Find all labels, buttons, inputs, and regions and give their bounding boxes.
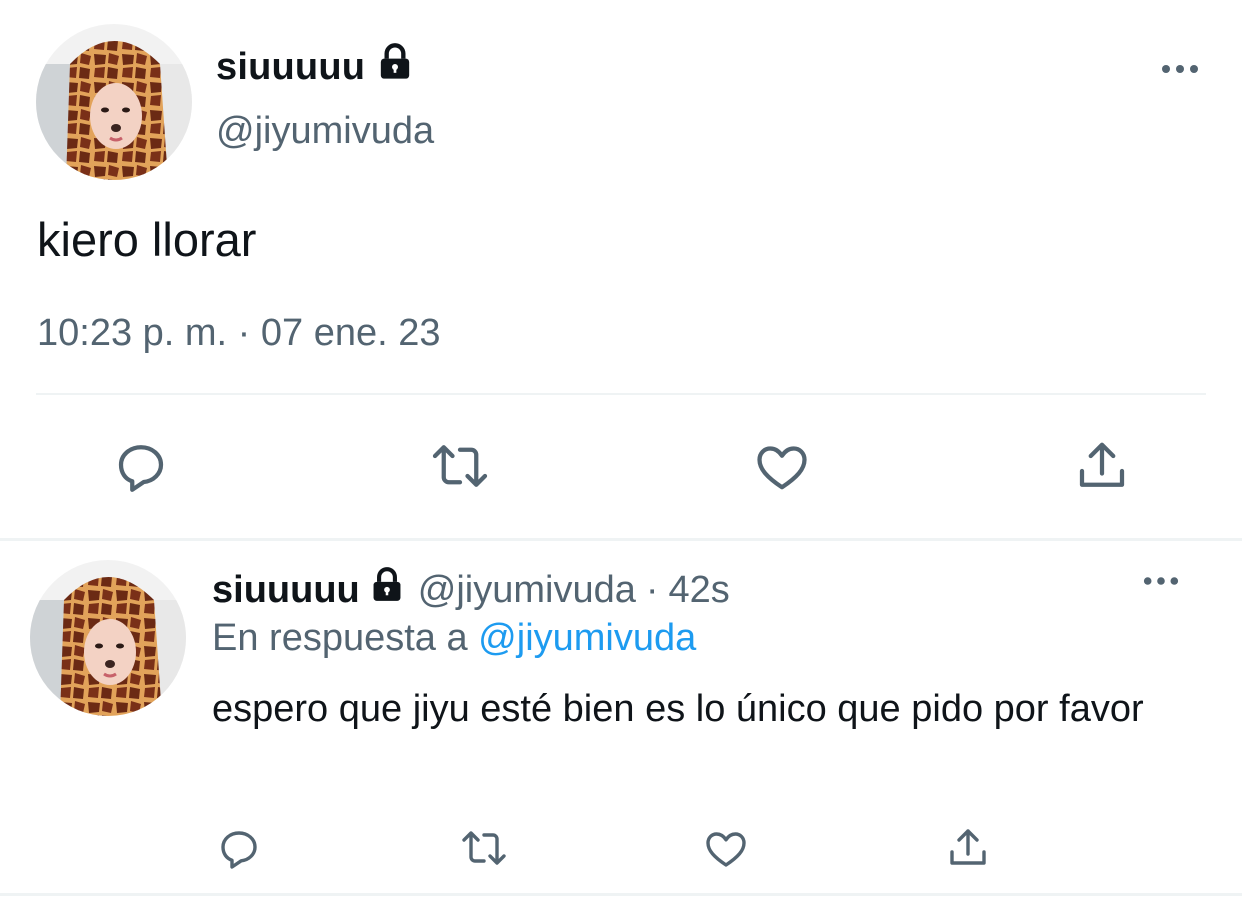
display-name[interactable]: siuuuuu	[212, 569, 360, 612]
reply-context-prefix: En respuesta a	[212, 617, 468, 659]
like-icon[interactable]	[702, 824, 750, 872]
avatar-image	[30, 560, 186, 716]
like-icon[interactable]	[752, 436, 812, 496]
separator: ·	[645, 568, 659, 611]
reply-context-link[interactable]: @jiyumivuda	[478, 617, 696, 659]
avatar[interactable]	[36, 24, 192, 180]
tweet-text: espero que jiyu esté bien es lo único qu…	[212, 688, 1144, 730]
section-divider	[0, 538, 1242, 541]
divider	[36, 393, 1206, 395]
more-horizontal-icon[interactable]	[1160, 62, 1200, 80]
display-name[interactable]: siuuuuu	[216, 42, 415, 92]
display-name-text: siuuuuu	[216, 45, 366, 88]
tweet-time[interactable]: 42s	[669, 569, 730, 612]
divider	[0, 893, 1242, 896]
avatar[interactable]	[30, 560, 186, 716]
handle[interactable]: @jiyumivuda	[216, 110, 434, 153]
more-horizontal-icon[interactable]	[1142, 574, 1180, 592]
reply-context: En respuesta a @jiyumivuda	[212, 617, 696, 660]
tweet-text: kiero llorar	[37, 213, 257, 266]
reply-icon[interactable]	[215, 824, 263, 872]
tweet-timestamp[interactable]: 10:23 p. m. · 07 ene. 23	[37, 312, 441, 355]
lock-icon	[375, 42, 415, 92]
share-icon[interactable]	[1072, 436, 1132, 496]
reply-icon[interactable]	[111, 436, 171, 496]
reply-header: siuuuuu @jiyumivuda · 42s	[212, 566, 730, 614]
lock-icon	[368, 566, 406, 614]
share-icon[interactable]	[944, 824, 992, 872]
retweet-icon[interactable]	[458, 824, 510, 872]
handle[interactable]: @jiyumivuda	[418, 569, 636, 612]
avatar-image	[36, 24, 192, 180]
retweet-icon[interactable]	[427, 436, 493, 496]
